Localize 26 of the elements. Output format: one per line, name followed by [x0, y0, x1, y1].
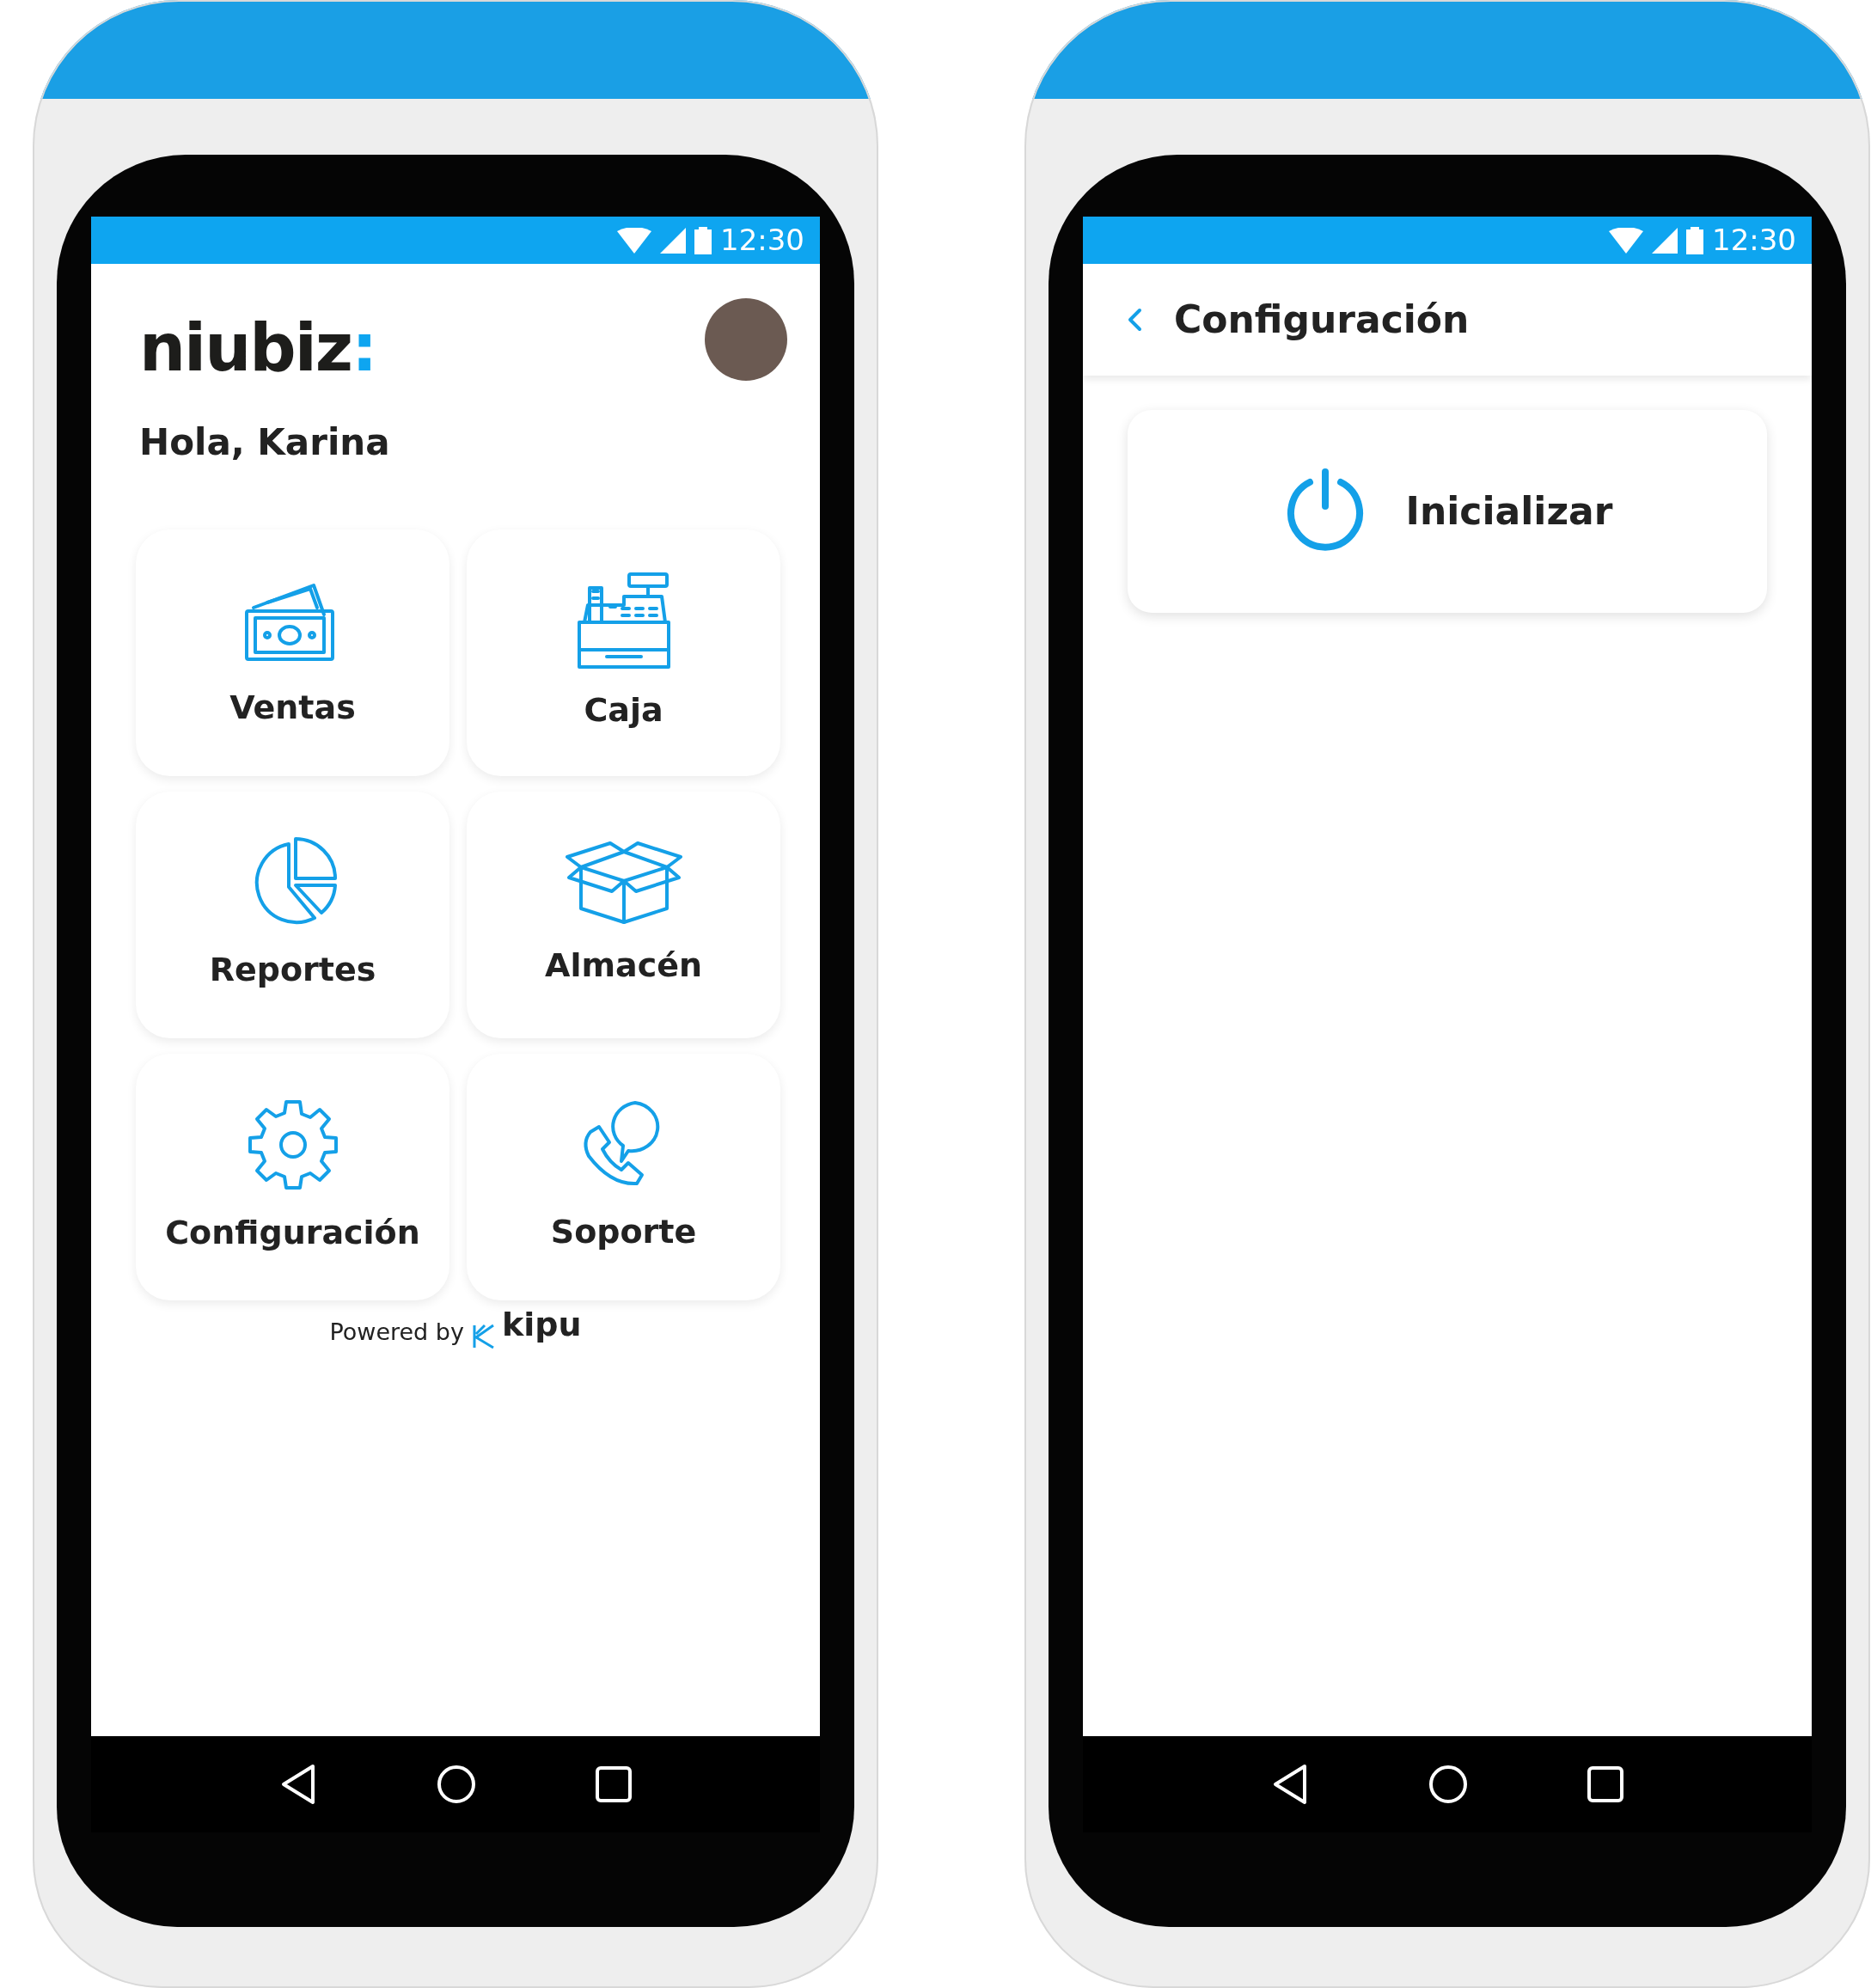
kipu-wordmark: kipu	[501, 1305, 582, 1345]
back-chevron-icon[interactable]	[1126, 307, 1143, 333]
logo-wordmark: niubiz:	[139, 315, 376, 381]
menu-tile[interactable]: Soporte	[467, 1054, 780, 1300]
menu-tile[interactable]: Caja	[467, 529, 780, 776]
battery-icon	[1686, 226, 1703, 254]
battery-icon	[694, 226, 712, 254]
initialize-button[interactable]: Inicializar	[1128, 410, 1767, 613]
signal-icon	[1652, 227, 1678, 254]
home-icon[interactable]	[1428, 1764, 1469, 1805]
clock-time: 12:30	[720, 222, 804, 259]
screen-title: Configuración	[1174, 297, 1470, 343]
menu-tile[interactable]: Configuración	[136, 1054, 449, 1300]
menu-tile[interactable]: Reportes	[136, 792, 449, 1038]
signal-icon	[660, 227, 686, 254]
clock-time: 12:30	[1712, 222, 1796, 259]
box-icon	[563, 840, 684, 926]
recent-apps-icon[interactable]	[1586, 1765, 1624, 1803]
menu-tile[interactable]: Almacén	[467, 792, 780, 1038]
wifi-icon	[1609, 227, 1643, 254]
recent-apps-icon[interactable]	[594, 1765, 633, 1803]
wifi-icon	[617, 227, 651, 254]
menu-tile[interactable]: Ventas	[136, 529, 449, 776]
greeting: Hola, Karina	[138, 420, 391, 465]
powered-by-label: Powered by	[329, 1317, 464, 1347]
home-icon[interactable]	[436, 1764, 477, 1805]
